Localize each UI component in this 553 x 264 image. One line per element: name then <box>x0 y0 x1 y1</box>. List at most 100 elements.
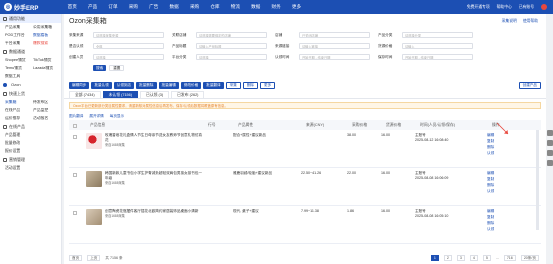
logo[interactable]: ◎ 妙手ERP <box>0 3 60 12</box>
action-button[interactable]: 修改价格 <box>180 81 202 89</box>
page-number[interactable]: 5 <box>482 255 491 261</box>
top-link[interactable]: 帮助中心 <box>497 5 512 10</box>
sidebar-item[interactable]: 公用采集箱 <box>33 25 61 30</box>
filter-input[interactable]: 请选择分类 <box>402 32 473 38</box>
sidebar-item[interactable]: Shopee铺货 <box>5 58 33 63</box>
sidebar-group-general[interactable]: 通用功能 <box>0 14 61 23</box>
sidebar-item[interactable]: 在线产品 <box>5 108 33 113</box>
edit-link[interactable]: 编辑 <box>487 171 494 176</box>
action-button[interactable]: 批量删除 <box>136 81 157 89</box>
sidebar-item[interactable]: Lazada铺货 <box>33 66 61 71</box>
delete-link[interactable]: 删除 <box>487 221 494 226</box>
toolbar-link[interactable]: 每页显示 <box>110 114 124 119</box>
nav-item[interactable]: 数据 <box>164 4 184 10</box>
sidebar-item[interactable]: 产品监控 <box>33 108 61 113</box>
page-number[interactable]: 1 <box>430 255 439 261</box>
edit-link[interactable]: 编辑 <box>487 133 494 138</box>
first-page-button[interactable]: 首页 <box>69 255 83 261</box>
filter-input[interactable]: 请选择需要绑定的店铺 <box>196 32 267 38</box>
claim-link[interactable]: 认领 <box>487 227 494 232</box>
sidebar-item[interactable]: 待发布区 <box>33 100 61 105</box>
action-button[interactable]: 认领到店 <box>113 81 135 89</box>
nav-item[interactable]: 产品 <box>82 4 102 10</box>
product-image[interactable] <box>86 133 102 149</box>
filter-input[interactable]: 请选择 <box>196 54 267 60</box>
delete-link[interactable]: 删除 <box>487 145 494 150</box>
chat-icon[interactable] <box>547 140 553 146</box>
action-button[interactable]: 批量编辑 <box>158 81 179 89</box>
row-checkbox[interactable] <box>73 211 77 215</box>
copy-link[interactable]: 复制 <box>487 177 494 182</box>
sidebar-item-collect-box[interactable]: 采集箱 <box>5 100 33 105</box>
filter-input[interactable]: 请选择采集来源 <box>93 32 164 38</box>
select-all-checkbox[interactable] <box>73 124 77 128</box>
sidebar-group-marketing[interactable]: 营销管理 <box>0 155 61 164</box>
vertical-scrollbar[interactable] <box>536 130 539 230</box>
action-button[interactable]: 批量翻译 <box>203 81 224 89</box>
nav-item[interactable]: 数据 <box>246 4 266 10</box>
toolbar-link[interactable]: 展开详情 <box>89 114 103 119</box>
sidebar-item[interactable]: 产品采集 <box>5 25 33 30</box>
nav-item[interactable]: 采购 <box>184 4 204 10</box>
filter-input[interactable]: 请输入链接 <box>299 43 370 49</box>
claim-link[interactable]: 认领 <box>487 151 494 156</box>
action-button[interactable]: 删除 <box>242 81 258 89</box>
phone-icon[interactable] <box>547 150 553 156</box>
help-link[interactable]: 采集说明 <box>502 19 517 24</box>
sidebar-item[interactable]: 活动设置 <box>0 164 61 172</box>
sidebar-item[interactable]: 批量修改 <box>0 139 61 147</box>
sidebar-item[interactable]: 报价设置 <box>0 147 61 155</box>
search-button[interactable]: 搜索 <box>93 65 107 71</box>
sidebar-item[interactable]: Temu铺货 <box>5 66 33 71</box>
sidebar-item[interactable]: 数据工具 <box>5 74 33 79</box>
filter-input[interactable]: 请输入产品标题 <box>196 43 267 49</box>
action-button[interactable]: 批量认领 <box>91 81 112 89</box>
nav-item[interactable]: 物流 <box>225 4 245 10</box>
filter-input[interactable]: 请输入 <box>402 43 473 49</box>
nav-item[interactable]: 仓库 <box>205 4 225 10</box>
filter-input[interactable]: 开始日期 - 结束日期 <box>402 54 473 60</box>
page-number[interactable]: 4 <box>469 255 478 261</box>
page-number[interactable]: 716 <box>503 255 516 261</box>
tab-all[interactable]: 全部 (7434) <box>69 91 101 98</box>
reset-button[interactable]: 重置 <box>109 65 125 71</box>
product-title[interactable]: 玫瑰香皂花礼盒情人节生日母亲节送女友教师节创意礼物仿真花 <box>105 133 203 143</box>
top-link[interactable]: 免费开通专项 <box>467 5 490 10</box>
top-icon[interactable] <box>547 160 553 166</box>
sidebar-item[interactable]: 平台采集 <box>5 41 33 46</box>
sidebar-group-ozon[interactable]: Ozon <box>0 80 61 89</box>
page-size-select[interactable]: 20条/页 <box>520 255 539 261</box>
nav-item[interactable]: 更多 <box>286 4 306 10</box>
help-icon[interactable] <box>547 130 553 136</box>
sidebar-item[interactable]: 活动报名 <box>33 116 61 121</box>
sidebar-group-quick[interactable]: 快速上货 <box>0 89 61 98</box>
tab-published[interactable]: 已发布 (262) <box>171 91 205 98</box>
edit-link[interactable]: 编辑 <box>487 209 494 214</box>
product-title[interactable]: 韩国新款儿童书包小学生护脊减负超轻双肩包男孩女孩书包一年级 <box>105 171 203 181</box>
nav-item[interactable]: 财务 <box>266 4 286 10</box>
page-number[interactable]: 2 <box>443 255 452 261</box>
action-button[interactable]: 编辑同步 <box>69 81 90 89</box>
avatar[interactable] <box>541 4 547 10</box>
prev-page-button[interactable]: 上页 <box>87 255 101 261</box>
sidebar-item[interactable]: TikTok铺货 <box>33 58 61 63</box>
sidebar-group-data[interactable]: 数据通道 <box>0 47 61 56</box>
tab-unclaimed[interactable]: 未认领 (7156) <box>102 91 139 98</box>
filter-input[interactable]: 已关闭店铺 <box>299 32 370 38</box>
help-link[interactable]: 使用帮助 <box>523 19 538 24</box>
row-checkbox[interactable] <box>73 135 77 139</box>
nav-item[interactable]: 订单 <box>103 4 123 10</box>
page-number[interactable]: 3 <box>456 255 465 261</box>
nav-item[interactable]: 首页 <box>62 4 82 10</box>
toolbar-link[interactable]: 图片翻译 <box>69 114 83 119</box>
tab-claimed[interactable]: 已认领 (3) <box>140 91 170 98</box>
sidebar-item[interactable]: 产品管理 <box>0 131 61 139</box>
filter-input[interactable]: 全部 <box>93 43 164 49</box>
product-image[interactable] <box>86 171 102 187</box>
filter-input[interactable]: 请选择 <box>93 54 164 60</box>
action-button[interactable]: 采集 <box>225 81 241 89</box>
copy-link[interactable]: 复制 <box>487 215 494 220</box>
copy-link[interactable]: 复制 <box>487 139 494 144</box>
claim-link[interactable]: 认领 <box>487 189 494 194</box>
row-checkbox[interactable] <box>73 173 77 177</box>
